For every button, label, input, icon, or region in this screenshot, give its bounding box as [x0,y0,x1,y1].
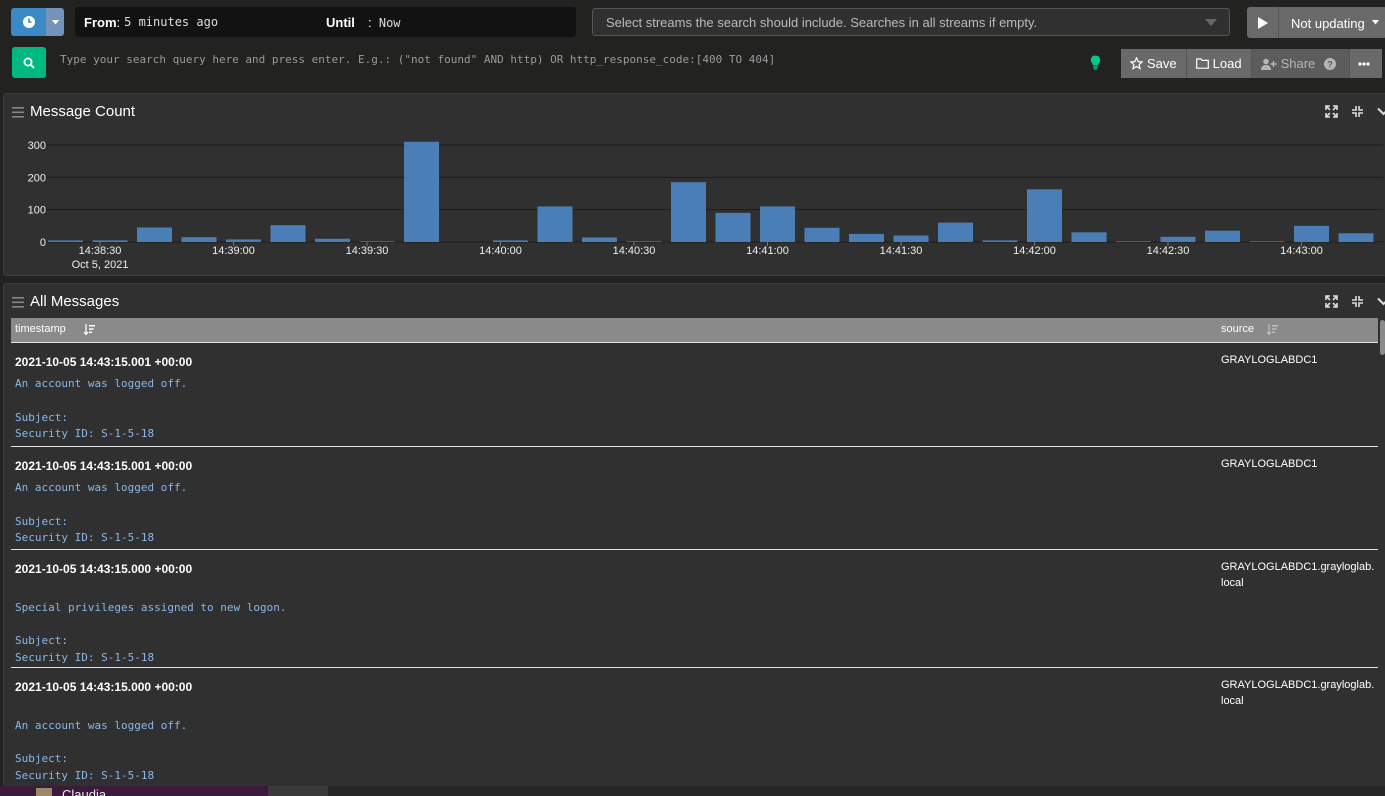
message-count-chart: 0 100 200 300 14:38:30 14:39:00 14:39:30 14:40:… [28,140,1383,271]
message-text-line: Subject: [15,410,68,424]
message-source: GRAYLOGLABDC1.grayloglab.local [1221,561,1375,589]
compress-icon[interactable] [1351,295,1364,308]
message-text-line: Security ID: S-1-5-18 [15,651,155,665]
x-tick-label: 14:38:30 [79,245,122,257]
message-timestamp: 2021-10-05 14:43:15.000 +00:00 [15,680,193,694]
column-header-source[interactable]: source [1221,323,1254,335]
table-row[interactable]: 2021-10-05 14:43:15.000 +00:00 GRAYLOGLAB… [11,549,1378,667]
message-source: GRAYLOGLABDC1 [1221,458,1318,470]
widget-title: All Messages [30,293,120,310]
chart-bar [92,240,128,242]
message-text-line: Security ID: S-1-5-18 [15,769,155,783]
chart-bar [493,240,528,242]
x-tick-label: 14:40:30 [613,245,656,257]
chart-bar [715,212,751,242]
message-text-line: Security ID: S-1-5-18 [15,427,155,441]
chart-bar [137,227,172,242]
chart-bar [804,227,840,242]
message-text-line: An account was logged off. [15,718,188,732]
chart-bar [982,240,1018,242]
chart-bar [938,222,973,242]
expand-icon[interactable] [1325,295,1338,308]
x-tick-label: 14:42:30 [1147,245,1190,257]
x-tick-label: 14:40:00 [479,245,522,257]
message-timestamp: 2021-10-05 14:43:15.001 +00:00 [15,459,193,473]
message-text-line: An account was logged off. [15,481,188,494]
chart-bar [671,182,706,242]
y-tick-label: 100 [28,205,46,217]
chart-bar [404,141,439,242]
chart-bar [537,206,573,242]
chart-bar [893,235,929,242]
chart-bar [1116,241,1151,242]
message-text-line: An account was logged off. [15,377,188,390]
x-tick-label: 14:39:00 [212,245,255,257]
chart-bar [582,237,617,242]
x-tick-label: 14:41:30 [880,245,923,257]
chart-bar [849,233,884,242]
chart-bar [181,237,217,242]
x-tick-label: 14:43:00 [1280,245,1323,257]
table-row[interactable]: 2021-10-05 14:43:15.001 +00:00 GRAYLOGLAB… [11,342,1378,446]
chart-bar [626,241,662,242]
y-tick-label: 300 [28,140,46,152]
chart-bar [1205,230,1240,242]
message-timestamp: 2021-10-05 14:43:15.000 +00:00 [15,562,193,576]
drag-handle-icon[interactable] [12,297,24,308]
column-header-timestamp[interactable]: timestamp [15,323,66,335]
chart-bar [1249,241,1285,242]
sort-icon[interactable] [1267,324,1278,335]
messages-table-header: timestamp source [11,318,1378,342]
x-tick-label: 14:42:00 [1013,245,1056,257]
y-tick-label: 0 [40,237,46,249]
message-source: GRAYLOGLABDC1 [1221,354,1318,366]
chart-bar [226,239,261,242]
message-text-line: Subject: [15,634,68,648]
message-text-line: Security ID: S-1-5-18 [15,531,155,545]
table-row[interactable]: 2021-10-05 14:43:15.001 +00:00 GRAYLOGLAB… [11,446,1378,549]
chart-bar [1071,232,1107,242]
table-row[interactable]: 2021-10-05 14:43:15.000 +00:00 GRAYLOGLAB… [11,667,1378,785]
avatar [36,788,52,796]
message-text-line: Subject: [15,752,68,766]
sort-descending-icon[interactable] [84,324,95,335]
chart-bar [1338,233,1374,242]
chart-bar [270,225,306,242]
chart-bar [760,206,795,242]
x-tick-sublabel: Oct 5, 2021 [72,259,129,271]
chart-bar [1027,189,1062,242]
chart-bar [1160,236,1196,242]
x-tick-label: 14:41:00 [746,245,789,257]
message-text-line: Subject: [15,514,68,528]
y-tick-label: 200 [28,172,46,184]
x-tick-label: 14:39:30 [346,245,389,257]
chevron-down-icon[interactable] [1377,297,1385,306]
message-source: GRAYLOGLABDC1.grayloglab.local [1221,679,1375,707]
chart-bar [1294,225,1329,242]
scrollbar[interactable] [1380,320,1385,355]
user-name: Claudia [62,787,107,796]
taskbar-strip: Claudia [0,786,1385,796]
chart-bar [315,238,350,242]
chart-bar [359,241,395,242]
message-timestamp: 2021-10-05 14:43:15.001 +00:00 [15,355,193,369]
message-text-line: Special privileges assigned to new logon… [15,600,287,614]
chart-bar [48,240,83,242]
